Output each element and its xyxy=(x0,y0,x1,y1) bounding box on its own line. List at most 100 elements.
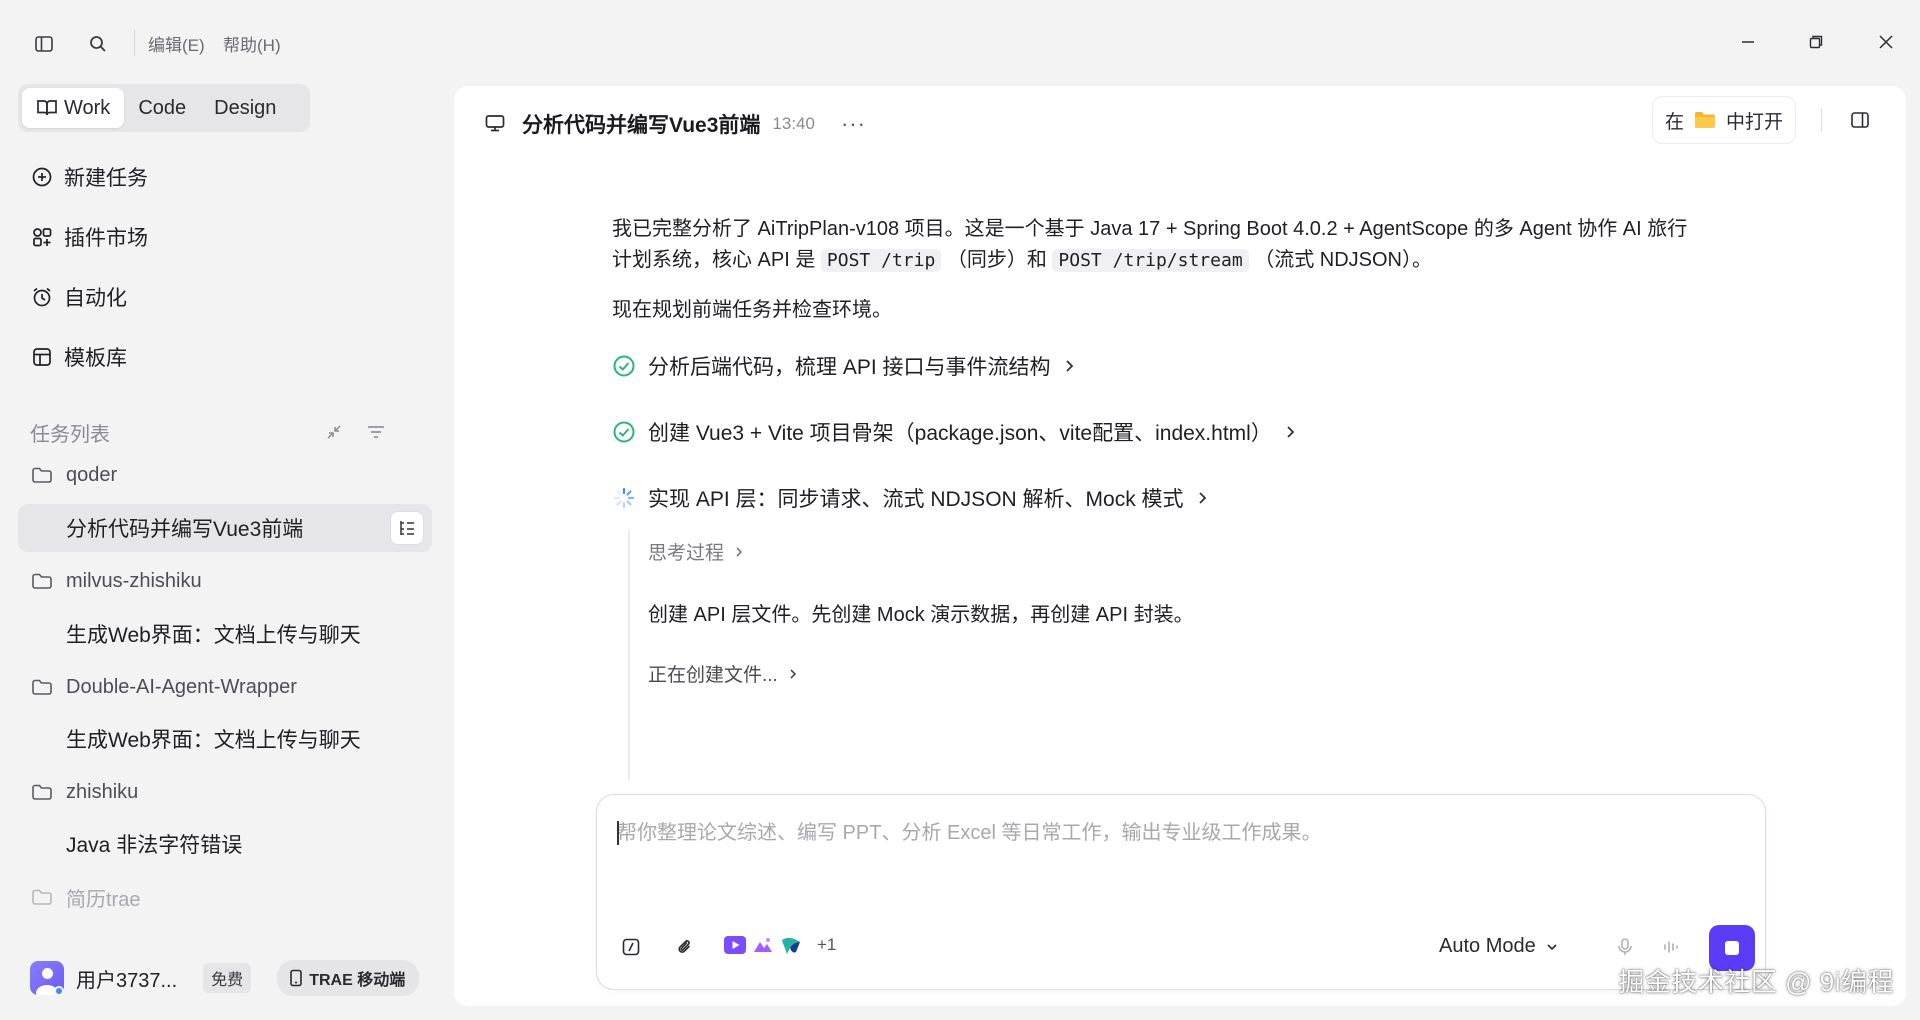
folder-item[interactable]: qoder xyxy=(30,460,117,490)
chat-monitor-icon xyxy=(484,112,508,136)
side-panel-toggle-icon[interactable] xyxy=(1844,104,1876,136)
inline-code: POST /trip/stream xyxy=(1052,249,1249,272)
chevron-right-icon xyxy=(1063,359,1075,373)
close-icon[interactable] xyxy=(1868,26,1904,58)
folder-label: qoder xyxy=(66,463,118,486)
check-circle-icon xyxy=(612,420,636,444)
folder-item[interactable]: zhishiku xyxy=(30,777,138,807)
prompt-input[interactable] xyxy=(617,815,1737,851)
open-in-prefix: 在 xyxy=(1664,111,1684,133)
microphone-icon[interactable] xyxy=(1609,931,1641,963)
mode-selector[interactable]: Auto Mode xyxy=(1439,935,1558,958)
folder-label: Double-AI-Agent-Wrapper xyxy=(66,675,297,698)
nav-automation-label: 自动化 xyxy=(64,287,127,310)
task-item[interactable]: 生成Web界面：文档上传与聊天 xyxy=(66,724,361,754)
folder-label: zhishiku xyxy=(66,780,139,803)
plugins-more-count: +1 xyxy=(817,935,837,954)
folder-icon xyxy=(30,675,54,699)
nav-automation[interactable]: 自动化 xyxy=(30,280,127,314)
plugin-icons[interactable]: +1 xyxy=(723,933,836,957)
thinking-toggle[interactable]: 思考过程 xyxy=(648,538,744,565)
folder-icon xyxy=(30,885,54,909)
sidebar-toggle-icon[interactable] xyxy=(28,28,60,60)
title-bar: 编辑(E) 帮助(H) xyxy=(0,0,1920,84)
chevron-right-icon xyxy=(788,668,798,680)
folder-icon xyxy=(30,569,54,593)
more-options-icon[interactable]: ··· xyxy=(841,111,866,137)
plugin-grid-icon xyxy=(30,225,54,249)
message-text: 计划系统，核心 API 是 xyxy=(612,249,816,271)
nav-new-task-label: 新建任务 xyxy=(64,167,148,190)
folder-label: 简历trae xyxy=(66,888,141,911)
user-name[interactable]: 用户3737... xyxy=(76,964,177,993)
prompt-composer: +1 Auto Mode xyxy=(596,794,1766,990)
chevron-right-icon xyxy=(734,546,744,558)
step-item-done[interactable]: 分析后端代码，梳理 API 接口与事件流结构 xyxy=(612,350,1075,382)
mode-tab-design[interactable]: Design xyxy=(200,88,290,128)
task-item[interactable]: Java 非法字符错误 xyxy=(66,829,242,859)
chevron-right-icon xyxy=(1284,425,1296,439)
folder-yellow-icon xyxy=(1694,111,1716,129)
folder-item[interactable]: 简历trae xyxy=(30,882,140,912)
folder-icon xyxy=(30,780,54,804)
attach-icon[interactable] xyxy=(669,931,701,963)
voice-wave-icon[interactable] xyxy=(1655,931,1687,963)
filter-icon[interactable] xyxy=(366,422,386,442)
user-row: 用户3737... 免费 TRAE 移动端 xyxy=(30,960,430,996)
video-plugin-icon xyxy=(723,933,747,957)
assistant-message: 我已完整分析了 AiTripPlan-v108 项目。这是一个基于 Java 1… xyxy=(612,214,1752,276)
phone-icon xyxy=(289,969,303,987)
assistant-message-2: 现在规划前端任务并检查环境。 xyxy=(612,299,892,321)
mode-tab-work[interactable]: Work xyxy=(22,88,125,128)
nav-new-task[interactable]: 新建任务 xyxy=(30,160,148,194)
chat-panel: 分析代码并编写Vue3前端 13:40 ··· 在 中打开 我已完整分析了 Ai… xyxy=(454,86,1906,1006)
chat-title: 分析代码并编写Vue3前端 xyxy=(522,114,761,137)
minimize-icon[interactable] xyxy=(1730,26,1766,58)
nav-plugin-market[interactable]: 插件市场 xyxy=(30,220,148,254)
chevron-right-icon xyxy=(1196,491,1208,505)
slash-command-icon[interactable] xyxy=(615,931,647,963)
nav-template-library[interactable]: 模板库 xyxy=(30,340,127,374)
step-item-in-progress[interactable]: 实现 API 层：同步请求、流式 NDJSON 解析、Mock 模式 xyxy=(612,482,1208,514)
menu-edit[interactable]: 编辑(E) xyxy=(148,31,205,56)
creating-files-toggle[interactable]: 正在创建文件... xyxy=(648,660,798,687)
step-label: 实现 API 层：同步请求、流式 NDJSON 解析、Mock 模式 xyxy=(648,488,1184,511)
step-item-done[interactable]: 创建 Vue3 + Vite 项目骨架（package.json、vite配置、… xyxy=(612,416,1296,448)
menu-help[interactable]: 帮助(H) xyxy=(223,31,281,56)
task-item[interactable]: 生成Web界面：文档上传与聊天 xyxy=(66,619,361,649)
watermark: 掘金技术社区 @ 9i编程 xyxy=(1618,967,1894,997)
plus-circle-icon xyxy=(30,165,54,189)
folder-icon xyxy=(30,463,54,487)
thinking-label: 思考过程 xyxy=(648,543,725,564)
mode-tab-code[interactable]: Code xyxy=(124,88,200,128)
design-plugin-icon xyxy=(779,933,803,957)
text-caret xyxy=(617,821,619,845)
message-text: （同步）和 xyxy=(946,249,1047,271)
folder-label: milvus-zhishiku xyxy=(66,569,202,592)
task-item-label[interactable]: 分析代码并编写Vue3前端 xyxy=(66,513,303,543)
folder-item[interactable]: milvus-zhishiku xyxy=(30,566,202,596)
open-in-button[interactable]: 在 中打开 xyxy=(1651,96,1796,144)
alarm-clock-icon xyxy=(30,285,54,309)
creating-files-label: 正在创建文件... xyxy=(648,665,778,686)
collapse-icon[interactable] xyxy=(324,422,344,442)
folder-item[interactable]: Double-AI-Agent-Wrapper xyxy=(30,672,297,702)
spinner-icon xyxy=(612,486,636,510)
step-label: 创建 Vue3 + Vite 项目骨架（package.json、vite配置、… xyxy=(648,422,1272,445)
mobile-app-button[interactable]: TRAE 移动端 xyxy=(277,960,420,996)
task-outline-icon[interactable] xyxy=(390,511,424,545)
chat-time: 13:40 xyxy=(772,114,815,133)
task-list-header: 任务列表 xyxy=(30,418,386,446)
restore-icon[interactable] xyxy=(1798,26,1834,58)
header-divider xyxy=(1821,108,1822,132)
mode-selector-label: Auto Mode xyxy=(1439,935,1536,957)
nav-template-library-label: 模板库 xyxy=(64,347,127,370)
nav-plugin-market-label: 插件市场 xyxy=(64,227,148,250)
search-icon[interactable] xyxy=(82,28,114,60)
check-circle-icon xyxy=(612,354,636,378)
message-line: 我已完整分析了 AiTripPlan-v108 项目。这是一个基于 Java 1… xyxy=(612,218,1688,240)
thinking-guide-line xyxy=(628,530,630,780)
step-detail-text: 创建 API 层文件。先创建 Mock 演示数据，再创建 API 封装。 xyxy=(648,604,1194,626)
mode-switch: Work Code Design xyxy=(18,84,310,132)
toolbar-divider xyxy=(134,30,135,56)
